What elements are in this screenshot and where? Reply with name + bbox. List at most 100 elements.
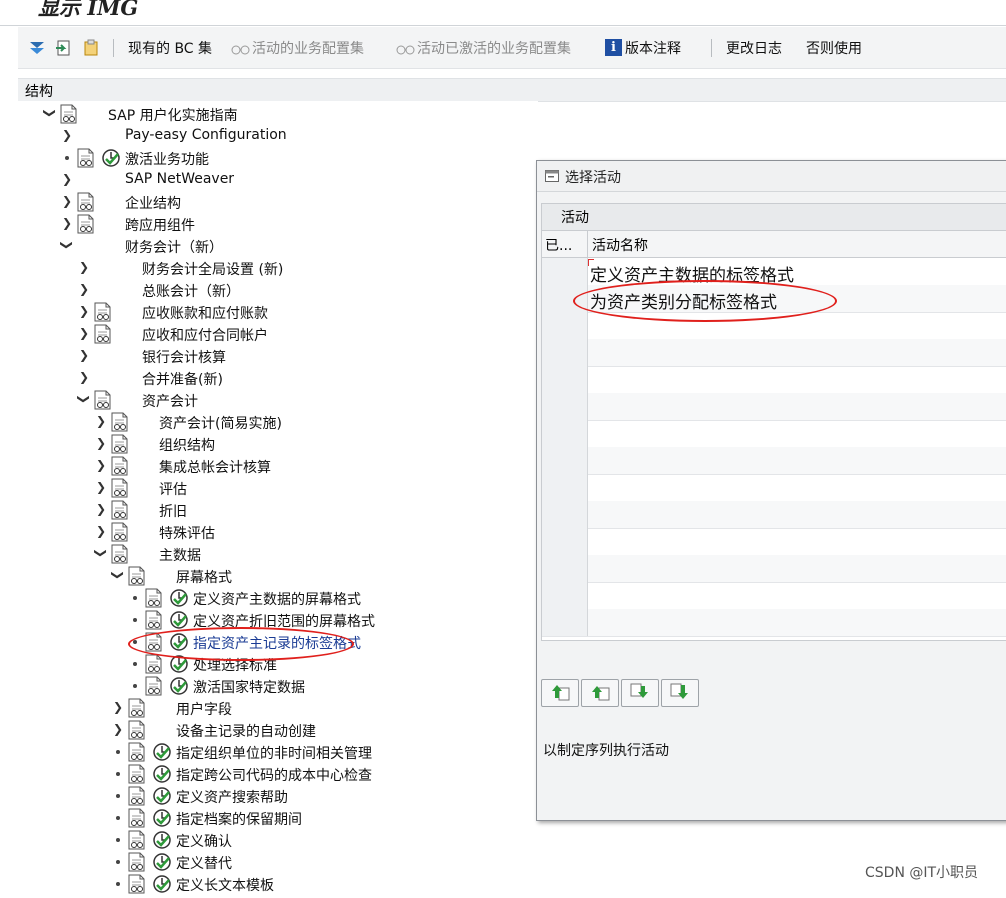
row-selector[interactable]	[542, 420, 588, 447]
documentation-icon[interactable]	[128, 742, 146, 762]
expand-icon[interactable]	[28, 27, 46, 68]
col-name-header[interactable]: 活动名称	[592, 235, 648, 255]
move-to-bottom-button[interactable]	[661, 679, 699, 707]
change-log-button[interactable]: 更改日志	[726, 27, 782, 68]
chevron-right-icon[interactable]: ❯	[61, 216, 73, 230]
tree-node[interactable]: ❯ 特殊评估	[18, 521, 538, 543]
tree-node[interactable]: 定义确认	[18, 829, 538, 851]
tree-node[interactable]: 定义资产主数据的屏幕格式	[18, 587, 538, 609]
clipboard-icon[interactable]	[82, 27, 100, 68]
chevron-right-icon[interactable]: ❯	[95, 458, 107, 472]
execute-activity-icon[interactable]	[152, 786, 172, 806]
tree-node[interactable]: ❯ 跨应用组件	[18, 213, 538, 235]
row-selector[interactable]	[542, 447, 588, 474]
tree-node[interactable]: 定义替代	[18, 851, 538, 873]
chevron-right-icon[interactable]: ❯	[112, 722, 124, 736]
documentation-icon[interactable]	[111, 522, 129, 542]
row-selector[interactable]	[542, 582, 588, 609]
move-down-button[interactable]	[621, 679, 659, 707]
chevron-down-icon[interactable]: ❯	[77, 393, 91, 405]
tree-node[interactable]: ❯ 集成总帐会计核算	[18, 455, 538, 477]
tree-node[interactable]: ❯ 合并准备(新)	[18, 367, 538, 389]
documentation-icon[interactable]	[128, 566, 146, 586]
row-selector[interactable]	[542, 366, 588, 393]
tree-node[interactable]: 指定跨公司代码的成本中心检查	[18, 763, 538, 785]
tree-node[interactable]: 定义资产搜索帮助	[18, 785, 538, 807]
tree-node[interactable]: ❯ 应收账款和应付账款	[18, 301, 538, 323]
chevron-right-icon[interactable]: ❯	[78, 348, 90, 362]
tree-node[interactable]: ❯ Pay-easy Configuration	[18, 125, 538, 147]
chevron-right-icon[interactable]: ❯	[78, 370, 90, 384]
active-bc-sets-button[interactable]: 活动的业务配置集	[230, 27, 364, 68]
tree-node[interactable]: ❯ 总账会计（新）	[18, 279, 538, 301]
documentation-icon[interactable]	[111, 544, 129, 564]
tree-node[interactable]: ❯ 银行会计核算	[18, 345, 538, 367]
otherwise-use-button[interactable]: 否则使用	[806, 27, 862, 68]
documentation-icon[interactable]	[111, 434, 129, 454]
execute-activity-icon[interactable]	[152, 874, 172, 894]
bc-sets-button[interactable]: 现有的 BC 集	[128, 27, 212, 68]
documentation-icon[interactable]	[77, 148, 95, 168]
execute-activity-icon[interactable]	[169, 588, 189, 608]
chevron-down-icon[interactable]: ❯	[43, 107, 57, 119]
tree-node[interactable]: ❯ 主数据	[18, 543, 538, 565]
row-selector[interactable]	[542, 555, 588, 582]
tree-node[interactable]: ❯ 资产会计(简易实施)	[18, 411, 538, 433]
documentation-icon[interactable]	[60, 104, 78, 124]
move-up-button[interactable]	[581, 679, 619, 707]
chevron-right-icon[interactable]: ❯	[112, 700, 124, 714]
tree-node[interactable]: ❯ 设备主记录的自动创建	[18, 719, 538, 741]
tree-node[interactable]: 指定档案的保留期间	[18, 807, 538, 829]
chevron-right-icon[interactable]: ❯	[61, 128, 73, 142]
documentation-icon[interactable]	[128, 830, 146, 850]
chevron-down-icon[interactable]: ❯	[111, 569, 125, 581]
chevron-right-icon[interactable]: ❯	[95, 436, 107, 450]
tree-node[interactable]: ❯ SAP NetWeaver	[18, 169, 538, 191]
tree-node[interactable]: ❯ 评估	[18, 477, 538, 499]
documentation-icon[interactable]	[94, 324, 112, 344]
chevron-right-icon[interactable]: ❯	[95, 524, 107, 538]
tree-node[interactable]: ❯ 用户字段	[18, 697, 538, 719]
chevron-down-icon[interactable]: ❯	[60, 239, 74, 251]
row-selector[interactable]	[542, 339, 588, 366]
chevron-right-icon[interactable]: ❯	[95, 502, 107, 516]
documentation-icon[interactable]	[128, 720, 146, 740]
col-done-header[interactable]: 已...	[545, 235, 585, 255]
tree-node[interactable]: ❯ 组织结构	[18, 433, 538, 455]
tree-node[interactable]: 激活业务功能	[18, 147, 538, 169]
documentation-icon[interactable]	[77, 214, 95, 234]
documentation-icon[interactable]	[111, 478, 129, 498]
tree-node[interactable]: ❯ 资产会计	[18, 389, 538, 411]
chevron-right-icon[interactable]: ❯	[78, 260, 90, 274]
dialog-titlebar[interactable]: 选择活动	[537, 161, 1006, 192]
chevron-down-icon[interactable]: ❯	[94, 547, 108, 559]
tree-node[interactable]: 激活国家特定数据	[18, 675, 538, 697]
tree-node[interactable]: 指定组织单位的非时间相关管理	[18, 741, 538, 763]
row-selector[interactable]	[542, 474, 588, 501]
execute-activity-icon[interactable]	[152, 742, 172, 762]
chevron-right-icon[interactable]: ❯	[78, 326, 90, 340]
documentation-icon[interactable]	[111, 500, 129, 520]
documentation-icon[interactable]	[111, 456, 129, 476]
documentation-icon[interactable]	[77, 192, 95, 212]
documentation-icon[interactable]	[145, 676, 163, 696]
execute-activity-icon[interactable]	[152, 764, 172, 784]
documentation-icon[interactable]	[145, 654, 163, 674]
chevron-right-icon[interactable]: ❯	[61, 194, 73, 208]
documentation-icon[interactable]	[145, 610, 163, 630]
documentation-icon[interactable]	[128, 808, 146, 828]
chevron-right-icon[interactable]: ❯	[95, 414, 107, 428]
documentation-icon[interactable]	[145, 588, 163, 608]
execute-activity-icon[interactable]	[169, 676, 189, 696]
chevron-right-icon[interactable]: ❯	[78, 282, 90, 296]
execute-activity-icon[interactable]	[152, 852, 172, 872]
row-selector[interactable]	[542, 528, 588, 555]
execute-activity-icon[interactable]	[169, 610, 189, 630]
documentation-icon[interactable]	[128, 764, 146, 784]
documentation-icon[interactable]	[128, 874, 146, 894]
tree-node[interactable]: 定义长文本模板	[18, 873, 538, 895]
tree-node[interactable]: ❯ 应收和应付合同帐户	[18, 323, 538, 345]
tree-node[interactable]: ❯ 折旧	[18, 499, 538, 521]
row-selector[interactable]	[542, 312, 588, 339]
documentation-icon[interactable]	[111, 412, 129, 432]
